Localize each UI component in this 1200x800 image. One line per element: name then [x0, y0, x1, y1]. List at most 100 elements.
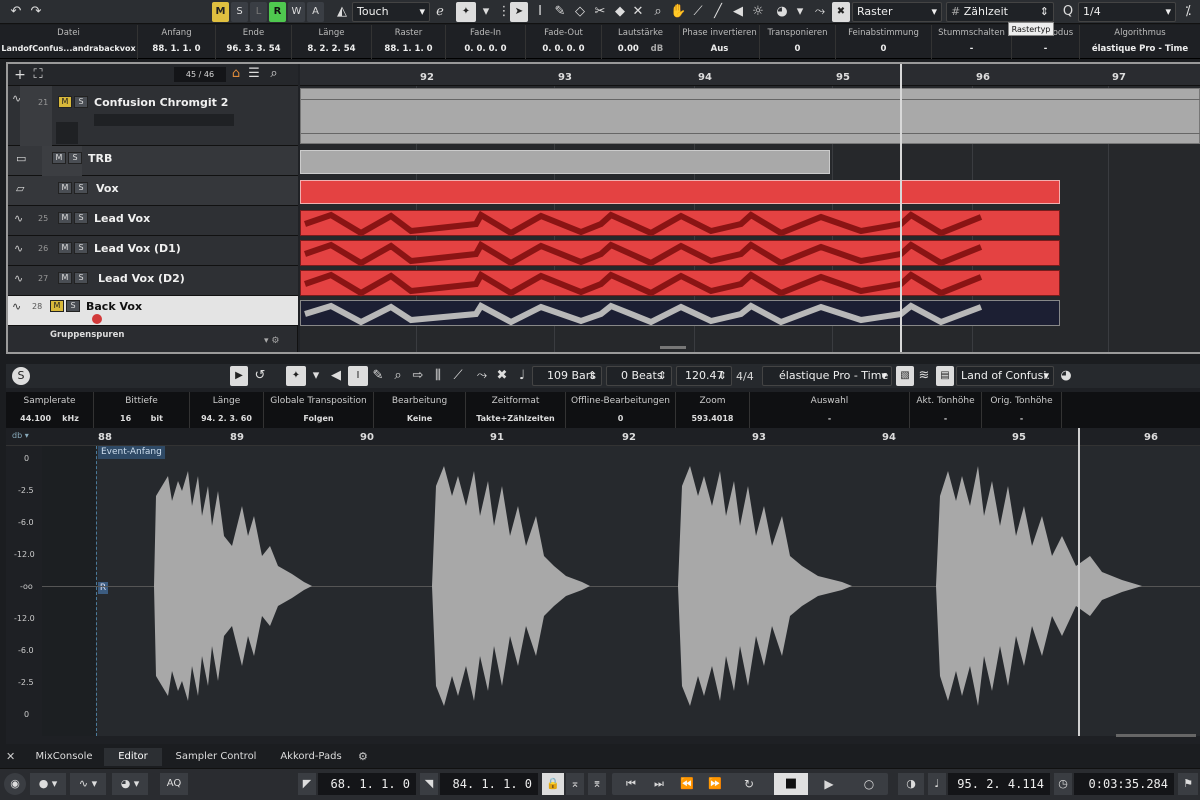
tab-mixconsole[interactable]: MixConsole [24, 748, 104, 766]
right-locator-display[interactable]: 84. 1. 1. 0 [440, 773, 538, 795]
pointer-tool-icon[interactable]: ➤ [510, 2, 528, 22]
project-cursor[interactable] [900, 64, 902, 352]
home-icon[interactable]: ⌂ [228, 65, 244, 83]
track-name[interactable]: Lead Vox (D1) [94, 242, 181, 255]
cycle-mode-icon[interactable]: ∿ ▾ [70, 773, 106, 795]
editor-cursor[interactable] [1078, 428, 1080, 736]
tempo-track-icon[interactable]: ♩ [928, 773, 946, 795]
event-lead-vox-d1[interactable] [300, 240, 1060, 267]
scrub-tool-icon[interactable]: ⇨ [410, 367, 426, 385]
track-name[interactable]: Back Vox [86, 300, 142, 313]
punch-out-icon[interactable]: ⌆ [588, 773, 606, 795]
automation-mode-select[interactable]: Touch ▾ [352, 2, 430, 22]
left-locator-display[interactable]: 68. 1. 1. 0 [318, 773, 416, 795]
mute-mode-button[interactable]: M [212, 2, 229, 22]
chevron-down-icon[interactable]: ▾ [308, 367, 324, 385]
cycle-icon[interactable]: ↻ [736, 773, 762, 795]
nudge-icon[interactable]: ✦ [286, 366, 306, 386]
mute-button[interactable]: M [58, 182, 72, 194]
glue-tool-icon[interactable]: ◆ [612, 3, 628, 21]
track-name[interactable]: Lead Vox [94, 212, 150, 225]
search-icon[interactable]: ⌕ [266, 65, 282, 83]
solo-button[interactable]: S [74, 182, 88, 194]
track-lead-vox[interactable]: ∿ 25 M S Lead Vox [8, 206, 298, 236]
loop-icon[interactable]: ↺ [252, 367, 268, 385]
autoquantize-button[interactable]: AQ [160, 773, 188, 795]
clock-icon[interactable]: ◷ [1054, 773, 1072, 795]
track-confusion-chromgit[interactable]: ∿ 21 M S Confusion Chromgit 2 [8, 86, 298, 146]
solo-button[interactable]: S [74, 272, 88, 284]
bars-field[interactable]: 109 Bars ⇕ [532, 366, 602, 386]
add-folder-icon[interactable]: ⛶ [30, 66, 46, 84]
event-lead-vox[interactable] [300, 210, 1060, 237]
solo-mode-button[interactable]: S [231, 2, 248, 22]
lock-icon[interactable]: 🔒 [542, 773, 564, 795]
clip-icon[interactable]: ▤ [936, 366, 954, 386]
play-icon[interactable]: ▶ [816, 773, 842, 795]
track-vox[interactable]: ▱ M S Vox [8, 176, 298, 206]
track-back-vox[interactable]: ∿ 28 M S Back Vox [8, 296, 298, 326]
mute-button[interactable]: M [52, 152, 66, 164]
zoom-tool-icon[interactable]: ⌕ [390, 367, 406, 385]
grid-type-select[interactable]: # Zählzeit ⇕ [946, 2, 1054, 22]
tab-editor[interactable]: Editor [104, 748, 162, 766]
solo-button[interactable]: S [74, 96, 88, 108]
musical-mode-icon[interactable]: ♩ [514, 367, 530, 385]
tempo-field[interactable]: 120.47 ⇕ [676, 366, 732, 386]
hand-tool-icon[interactable]: ✋ [670, 3, 686, 21]
marker-icon[interactable]: ⚑ [1178, 773, 1198, 795]
layers-icon[interactable]: ≋ [916, 367, 932, 385]
add-track-icon[interactable]: + [12, 66, 28, 84]
close-icon[interactable]: ✕ [6, 750, 15, 763]
mute-tool-icon[interactable]: ✕ [630, 3, 646, 21]
go-to-start-icon[interactable]: ⏮ [618, 773, 644, 795]
left-locator-icon[interactable]: ◤ [298, 773, 316, 795]
go-to-end-icon[interactable]: ⏭ [646, 773, 672, 795]
track-name[interactable]: TRB [88, 152, 112, 165]
signature-field[interactable]: 4/4 [736, 370, 754, 383]
list-icon[interactable]: ☰ [246, 65, 262, 83]
pencil-tool-icon[interactable]: ✎ [552, 3, 568, 21]
redo-icon[interactable]: ↷ [28, 3, 44, 21]
event-back-vox[interactable] [300, 300, 1060, 326]
quantize-icon[interactable]: Q [1060, 3, 1076, 21]
undo-icon[interactable]: ↶ [8, 3, 24, 21]
track-trb[interactable]: ▭ M S TRB [8, 146, 298, 176]
metronome-icon[interactable]: ◑ [898, 773, 924, 795]
warp-tool-icon[interactable]: ⟋ [450, 367, 466, 385]
editor-ruler[interactable]: db ▾ 88 89 90 91 92 93 94 95 96 [6, 428, 1200, 446]
project-ruler[interactable]: 92 93 94 95 96 97 [300, 64, 1200, 86]
waveform-area[interactable]: Event-Anfang R [42, 428, 1200, 736]
tab-chord-pads[interactable]: Akkord-Pads [268, 748, 354, 766]
project-scrollbar[interactable] [660, 346, 686, 349]
speech-icon[interactable]: ◕ [1058, 367, 1074, 385]
beats-field[interactable]: 0 Beats ⇕ [606, 366, 672, 386]
line-tool-icon[interactable]: ╱ [710, 3, 726, 21]
solo-button[interactable]: S [74, 242, 88, 254]
record-mode-icon[interactable]: ● ▾ [30, 773, 66, 795]
track-controls[interactable] [94, 114, 234, 126]
snap-icon[interactable]: ✖ [494, 367, 510, 385]
arrangement-area[interactable]: 92 93 94 95 96 97 [300, 64, 1200, 352]
mute-button[interactable]: M [58, 212, 72, 224]
grid-select[interactable]: Raster ▾ [852, 2, 942, 22]
warp-tool-icon[interactable]: ⟋ [690, 3, 706, 21]
right-locator-icon[interactable]: ◥ [420, 773, 438, 795]
track-lead-vox-d1[interactable]: ∿ 26 M S Lead Vox (D1) [8, 236, 298, 266]
db-label[interactable]: db ▾ [12, 431, 29, 440]
sync-icon[interactable]: ◉ [4, 773, 26, 795]
play-icon[interactable]: ▶ [230, 366, 248, 386]
editor-scrollbar[interactable] [1116, 734, 1196, 737]
automation-button[interactable]: A [307, 2, 324, 22]
solo-button[interactable]: S [74, 212, 88, 224]
tab-sampler-control[interactable]: Sampler Control [164, 748, 268, 766]
zoom-tool-icon[interactable]: ⌕ [650, 3, 666, 21]
speaker-icon[interactable]: ◀ [328, 367, 344, 385]
color-tool-icon[interactable]: ◕ [774, 3, 790, 21]
position-time-display[interactable]: 0:03:35.284 [1074, 773, 1174, 795]
range-tool-icon[interactable]: I [532, 3, 548, 21]
track-lead-vox-d2[interactable]: ∿ 27 M S Lead Vox (D2) [8, 266, 298, 296]
autoquantize-mode-icon[interactable]: ◕ ▾ [112, 773, 148, 795]
solo-button[interactable]: S [68, 152, 82, 164]
settings-icon[interactable]: ▾ ⚙ [264, 336, 279, 346]
